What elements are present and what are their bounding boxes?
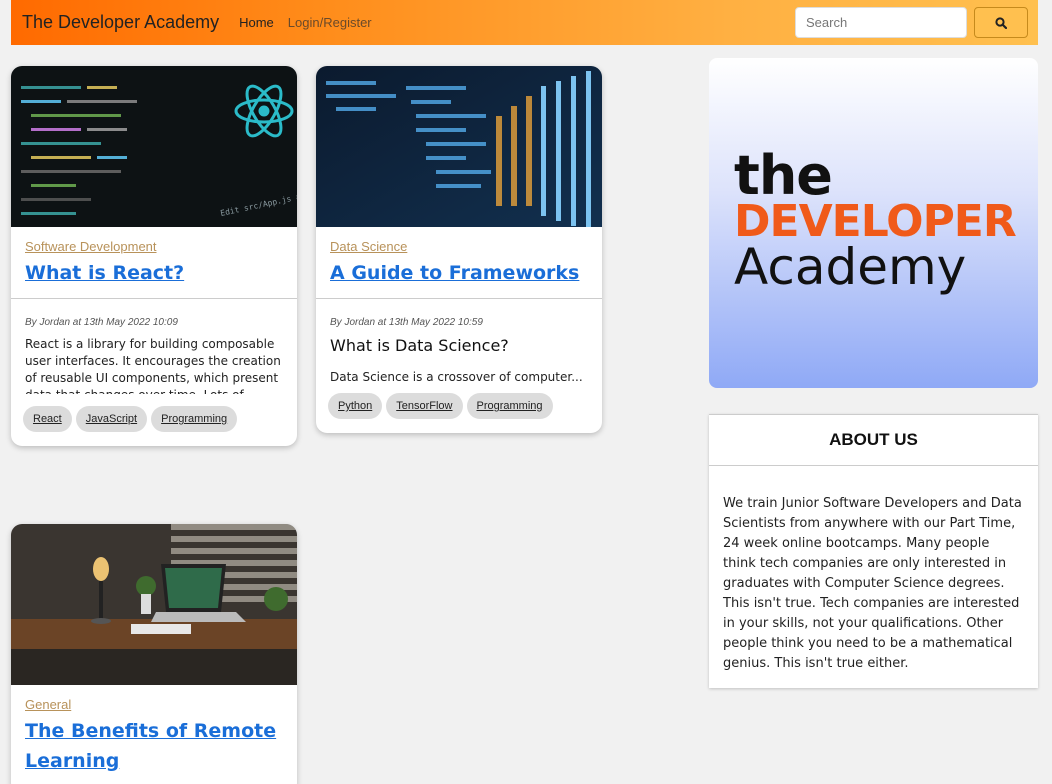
- about-us-text: We train Junior Software Developers and …: [723, 496, 1022, 671]
- search-button[interactable]: [974, 7, 1028, 38]
- post-category-link[interactable]: Software Development: [25, 239, 283, 254]
- post-tags: Python TensorFlow Programming: [316, 389, 602, 433]
- logo-line-academy: Academy: [734, 238, 967, 296]
- post-card-react: Edit src/App.js and save Software Develo…: [11, 66, 297, 446]
- tag-programming[interactable]: Programming: [466, 393, 553, 419]
- post-excerpt: Data Science is a crossover of computer.…: [330, 370, 583, 384]
- brand-link[interactable]: The Developer Academy: [22, 12, 219, 33]
- post-category-link[interactable]: General: [25, 697, 283, 712]
- post-image-desk-laptop[interactable]: [11, 524, 297, 685]
- top-navbar: The Developer Academy Home Login/Registe…: [11, 0, 1038, 45]
- tag-programming[interactable]: Programming: [151, 406, 238, 432]
- nav-login-register-link[interactable]: Login/Register: [288, 15, 372, 30]
- post-title-link[interactable]: What is React?: [25, 258, 283, 288]
- tag-python[interactable]: Python: [328, 393, 383, 419]
- post-card-header: Software Development What is React?: [11, 227, 297, 299]
- sidebar: the DEVELOPER Academy ABOUT US We train …: [709, 58, 1038, 688]
- post-image-code-react[interactable]: Edit src/App.js and save: [11, 66, 297, 227]
- post-card-body: By Jordan at 13th May 2022 10:09 React i…: [11, 299, 297, 394]
- post-image-data-screens[interactable]: [316, 66, 602, 227]
- search-icon: [995, 16, 1007, 29]
- post-tags: React JavaScript Programming: [11, 394, 297, 446]
- academy-logo: the DEVELOPER Academy: [709, 58, 1038, 388]
- post-title-link[interactable]: A Guide to Frameworks: [330, 258, 588, 288]
- tag-javascript[interactable]: JavaScript: [75, 406, 148, 432]
- about-us-card: ABOUT US We train Junior Software Develo…: [709, 414, 1038, 688]
- post-card-remote-learning: General The Benefits of Remote Learning: [11, 524, 297, 784]
- post-excerpt: React is a library for building composab…: [25, 337, 281, 394]
- nav-home-link[interactable]: Home: [239, 15, 274, 30]
- search-input[interactable]: [795, 7, 967, 38]
- tag-react[interactable]: React: [23, 406, 72, 432]
- post-meta: By Jordan at 13th May 2022 10:59: [330, 317, 483, 328]
- post-meta: By Jordan at 13th May 2022 10:09: [25, 317, 178, 328]
- post-category-link[interactable]: Data Science: [330, 239, 588, 254]
- post-card-header: General The Benefits of Remote Learning: [11, 685, 297, 784]
- tag-tensorflow[interactable]: TensorFlow: [386, 393, 463, 419]
- post-subheading: What is Data Science?: [330, 336, 509, 355]
- post-card-frameworks: Data Science A Guide to Frameworks By Jo…: [316, 66, 602, 433]
- post-title-link[interactable]: The Benefits of Remote Learning: [25, 716, 283, 776]
- post-card-header: Data Science A Guide to Frameworks: [316, 227, 602, 299]
- post-card-body: By Jordan at 13th May 2022 10:59 What is…: [316, 299, 602, 389]
- about-us-title: ABOUT US: [709, 414, 1038, 466]
